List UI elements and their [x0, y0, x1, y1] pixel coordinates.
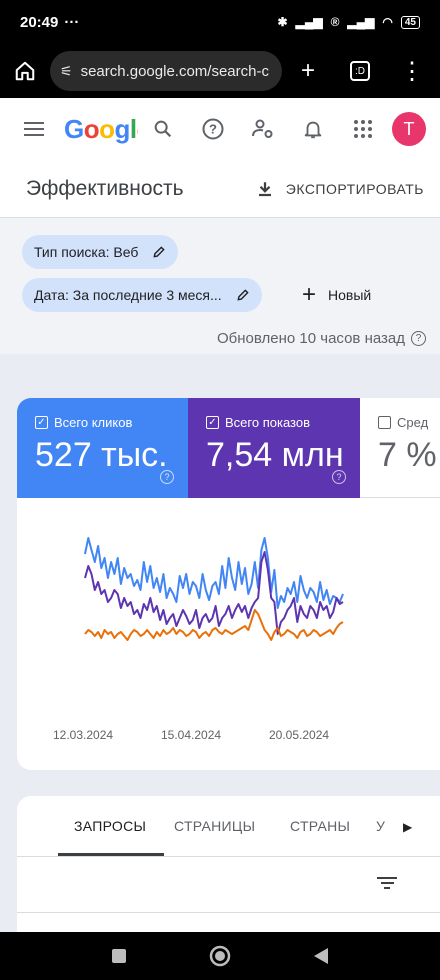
svg-text:?: ? — [209, 122, 217, 137]
notification-dots: ··· — [64, 13, 80, 31]
bell-icon — [304, 121, 322, 139]
help-icon[interactable]: ? — [411, 331, 426, 346]
back-icon[interactable] — [313, 947, 329, 965]
google-logo[interactable]: Google — [64, 114, 138, 145]
date-label: Дата: За последние 3 меся... — [34, 287, 222, 303]
battery-icon: 45 — [400, 15, 420, 29]
manage-accounts-icon — [252, 119, 273, 138]
status-time: 20:49 — [20, 13, 59, 31]
plus-icon: + — [302, 281, 317, 308]
tab-devices[interactable]: У — [376, 818, 386, 834]
tabs-scroll-right-icon[interactable]: ▶ — [403, 820, 413, 834]
apps-grid-icon — [354, 120, 372, 138]
data-tabs-card: ЗАПРОСЫ СТРАНИЦЫ СТРАНЫ У ▶ — [17, 796, 440, 936]
new-tab-button[interactable]: + — [282, 57, 334, 85]
metric-label: Всего кликов — [54, 415, 133, 430]
tab-switcher-button[interactable]: :D — [334, 61, 386, 81]
notifications-button[interactable] — [288, 118, 338, 140]
search-type-label: Тип поиска: Веб — [34, 244, 139, 260]
roaming-icon: ® — [330, 15, 340, 29]
metric-label: Сред — [397, 415, 429, 430]
page-title: Эффективность — [26, 176, 184, 200]
filter-list-icon[interactable] — [377, 874, 397, 892]
checkbox-checked-icon[interactable]: ✓ — [35, 416, 48, 429]
x-tick-label: 12.03.2024 — [53, 728, 114, 742]
x-tick-label: 20.05.2024 — [269, 728, 330, 742]
performance-chart-card: ✓ Всего кликов 527 тыс. ? ✓ Всего показов … — [17, 398, 440, 770]
address-bar[interactable]: ⚟ search.google.com/search-c — [50, 51, 282, 91]
home-icon — [15, 61, 35, 81]
menu-icon[interactable] — [24, 118, 44, 140]
edit-icon — [153, 246, 166, 258]
site-settings-icon[interactable]: ⚟ — [60, 63, 73, 80]
updated-text: Обновлено 10 часов назад — [217, 330, 405, 347]
line-chart — [84, 537, 344, 641]
help-button[interactable]: ? — [188, 117, 238, 141]
edit-icon — [237, 289, 249, 301]
divider — [17, 912, 440, 913]
wifi-icon: ◠ — [382, 15, 393, 29]
search-icon — [154, 120, 172, 138]
tab-pages[interactable]: СТРАНИЦЫ — [174, 818, 255, 834]
avatar[interactable]: T — [392, 112, 426, 146]
updated-info: Обновлено 10 часов назад ? — [217, 330, 426, 347]
plus-icon: + — [300, 57, 315, 84]
download-icon — [258, 181, 271, 196]
help-icon: ? — [202, 118, 224, 140]
search-button[interactable] — [138, 118, 188, 140]
home-circle-icon[interactable] — [209, 945, 231, 967]
signal-icon-2: ▂▄▆ — [347, 15, 375, 29]
new-filter-button[interactable]: + Новый — [302, 278, 371, 312]
recents-icon[interactable] — [111, 948, 127, 964]
status-icons: ✱ ▂▄▆ ® ▂▄▆ ◠ 45 — [278, 15, 420, 29]
search-type-chip[interactable]: Тип поиска: Веб — [22, 235, 179, 269]
status-bar: 20:49 ··· ✱ ▂▄▆ ® ▂▄▆ ◠ 45 — [0, 0, 440, 44]
apps-button[interactable] — [338, 119, 388, 139]
more-vert-icon: ⋮ — [400, 57, 424, 85]
export-button[interactable]: ЭКСПОРТИРОВАТЬ — [256, 180, 424, 198]
help-icon[interactable]: ? — [160, 470, 174, 484]
system-nav-bar — [0, 932, 440, 980]
tab-count: :D — [350, 61, 370, 81]
signal-icon: ▂▄▆ — [295, 15, 323, 29]
url-text: search.google.com/search-c — [80, 62, 269, 80]
metric-value: 7 % — [378, 436, 437, 474]
browser-toolbar: ⚟ search.google.com/search-c + :D ⋮ — [0, 44, 440, 98]
checkbox-checked-icon[interactable]: ✓ — [206, 416, 219, 429]
divider — [17, 856, 440, 857]
browser-menu-button[interactable]: ⋮ — [386, 57, 438, 86]
tab-queries[interactable]: ЗАПРОСЫ — [74, 818, 146, 834]
app-header: Google ? T — [0, 98, 440, 160]
metric-label: Всего показов — [225, 415, 310, 430]
date-chip[interactable]: Дата: За последние 3 меся... — [22, 278, 262, 312]
new-filter-label: Новый — [328, 287, 372, 303]
users-settings-button[interactable] — [238, 117, 288, 141]
filters-area: Тип поиска: Веб Дата: За последние 3 мес… — [0, 218, 440, 354]
x-tick-label: 15.04.2024 — [161, 728, 222, 742]
help-icon[interactable]: ? — [332, 470, 346, 484]
metric-total-clicks[interactable]: ✓ Всего кликов 527 тыс. ? — [17, 398, 188, 498]
checkbox-unchecked-icon[interactable] — [378, 416, 391, 429]
export-label: ЭКСПОРТИРОВАТЬ — [285, 180, 424, 197]
metric-total-impressions[interactable]: ✓ Всего показов 7,54 млн ? — [188, 398, 360, 498]
metric-average-ctr[interactable]: Сред 7 % — [360, 398, 440, 498]
tab-countries[interactable]: СТРАНЫ — [290, 818, 350, 834]
page-title-row: Эффективность ЭКСПОРТИРОВАТЬ — [0, 160, 440, 218]
bluetooth-icon: ✱ — [277, 15, 288, 29]
home-button[interactable] — [0, 60, 50, 82]
